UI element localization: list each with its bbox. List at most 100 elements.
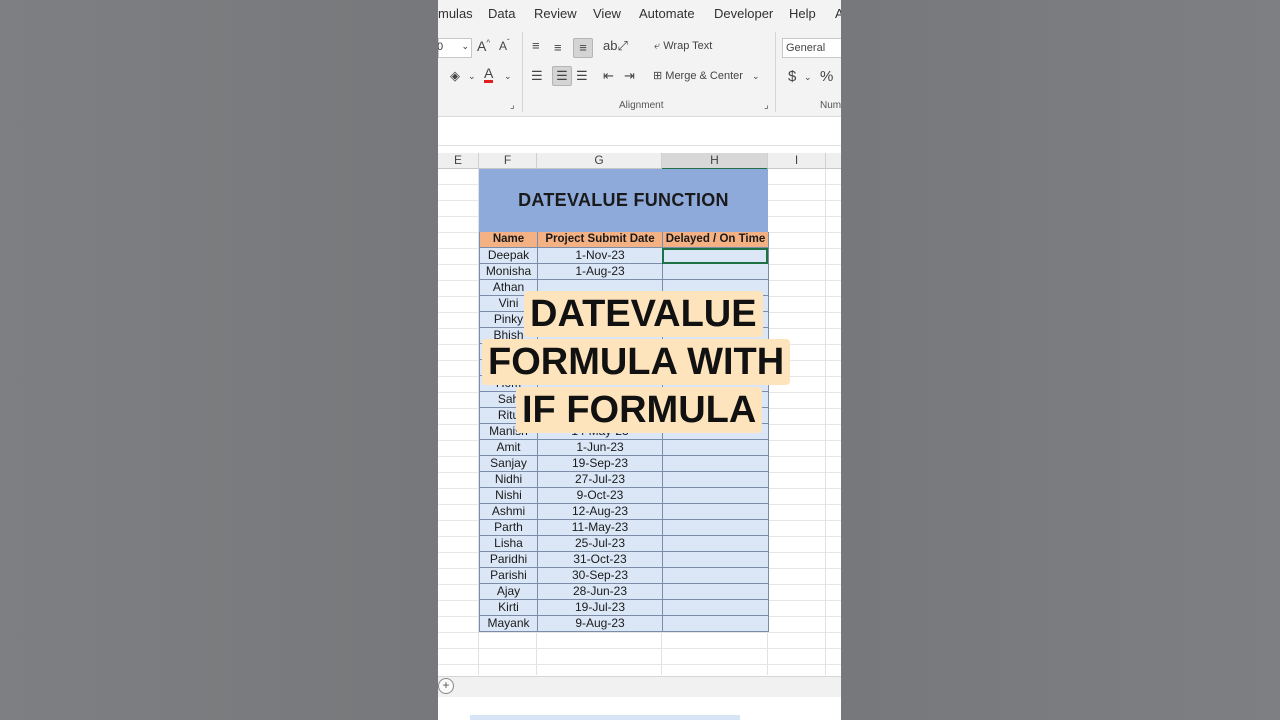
submit-date-cell[interactable]: 19-Sep-23: [537, 456, 662, 472]
tab-view[interactable]: View: [593, 6, 621, 21]
column-header-e[interactable]: E: [438, 153, 479, 169]
align-top-icon[interactable]: ≡: [532, 38, 540, 53]
status-cell[interactable]: [662, 456, 769, 472]
name-cell[interactable]: Nishi: [479, 488, 537, 504]
submit-date-cell[interactable]: [537, 296, 662, 312]
tab-more[interactable]: A: [835, 6, 841, 21]
formula-bar-area[interactable]: [438, 117, 841, 146]
tab-developer[interactable]: Developer: [714, 6, 773, 21]
submit-date-cell[interactable]: 31-Oct-23: [537, 552, 662, 568]
status-cell[interactable]: [662, 360, 769, 376]
submit-date-cell[interactable]: [537, 360, 662, 376]
chevron-down-icon[interactable]: ⌄: [468, 71, 476, 82]
status-cell[interactable]: [662, 472, 769, 488]
header-status[interactable]: Delayed / On Time: [662, 232, 769, 248]
tab-help[interactable]: Help: [789, 6, 816, 21]
header-name[interactable]: Name: [479, 232, 537, 248]
status-cell[interactable]: [662, 280, 769, 296]
align-bottom-icon[interactable]: ≡: [573, 38, 593, 58]
name-cell[interactable]: Vini: [479, 296, 537, 312]
submit-date-cell[interactable]: 14-May-23: [537, 424, 662, 440]
status-cell[interactable]: [662, 520, 769, 536]
name-cell[interactable]: Parishi: [479, 568, 537, 584]
status-cell[interactable]: [662, 312, 769, 328]
tab-automate[interactable]: Automate: [639, 6, 695, 21]
submit-date-cell[interactable]: 30-Sep-23: [537, 568, 662, 584]
decrease-indent-icon[interactable]: ⇤: [603, 68, 614, 84]
submit-date-cell[interactable]: 1-Aug-23: [537, 264, 662, 280]
submit-date-cell[interactable]: 25-Jul-23: [537, 536, 662, 552]
name-cell[interactable]: Parth: [479, 520, 537, 536]
status-cell[interactable]: [662, 376, 769, 392]
align-center-icon[interactable]: ☰: [552, 66, 572, 86]
submit-date-cell[interactable]: 9-Aug-23: [537, 616, 662, 632]
name-cell[interactable]: Ajay: [479, 584, 537, 600]
status-cell[interactable]: [662, 264, 769, 280]
chevron-down-icon[interactable]: ⌄: [804, 72, 812, 83]
name-cell[interactable]: Nidhi: [479, 472, 537, 488]
chevron-down-icon[interactable]: ⌄: [504, 71, 512, 82]
merge-center-button[interactable]: ⊞ Merge & Center ⌄: [653, 69, 760, 82]
submit-date-cell[interactable]: 11-May-23: [537, 520, 662, 536]
status-cell[interactable]: [662, 504, 769, 520]
add-sheet-icon[interactable]: +: [438, 678, 454, 694]
name-cell[interactable]: Sanjay: [479, 456, 537, 472]
tab-review[interactable]: Review: [534, 6, 577, 21]
submit-date-cell[interactable]: [537, 280, 662, 296]
tab-formulas[interactable]: mulas: [438, 6, 473, 21]
submit-date-cell[interactable]: [537, 344, 662, 360]
increase-indent-icon[interactable]: ⇥: [624, 68, 635, 84]
sheet-title-cell[interactable]: DATEVALUE FUNCTION: [479, 169, 768, 232]
status-cell[interactable]: [662, 408, 769, 424]
name-cell[interactable]: Athan: [479, 280, 537, 296]
submit-date-cell[interactable]: [537, 312, 662, 328]
column-header-i[interactable]: I: [768, 153, 826, 169]
sheet-tab[interactable]: [470, 715, 740, 720]
percent-button[interactable]: %: [820, 68, 833, 85]
column-header-f[interactable]: F: [479, 153, 537, 169]
submit-date-cell[interactable]: 19-Jul-23: [537, 600, 662, 616]
submit-date-cell[interactable]: 12-Aug-23: [537, 504, 662, 520]
align-middle-icon[interactable]: ≡: [554, 40, 562, 55]
status-cell[interactable]: [662, 584, 769, 600]
status-cell[interactable]: [662, 488, 769, 504]
name-cell[interactable]: Amit: [479, 440, 537, 456]
status-cell[interactable]: [662, 616, 769, 632]
submit-date-cell[interactable]: [537, 408, 662, 424]
status-cell[interactable]: [662, 440, 769, 456]
submit-date-cell[interactable]: [537, 328, 662, 344]
name-cell[interactable]: Deepak: [479, 248, 537, 264]
status-cell[interactable]: [662, 536, 769, 552]
name-cell[interactable]: Mayank: [479, 616, 537, 632]
name-cell[interactable]: Kirti: [479, 600, 537, 616]
name-cell[interactable]: Hom: [479, 376, 537, 392]
submit-date-cell[interactable]: 28-Jun-23: [537, 584, 662, 600]
submit-date-cell[interactable]: 27-Jul-23: [537, 472, 662, 488]
increase-font-icon[interactable]: A^: [477, 38, 490, 54]
column-header-g[interactable]: G: [537, 153, 662, 169]
name-cell[interactable]: [479, 360, 537, 376]
font-color-icon[interactable]: A: [484, 66, 494, 83]
status-cell[interactable]: [662, 392, 769, 408]
column-header-h[interactable]: H: [662, 153, 768, 170]
name-cell[interactable]: Monisha: [479, 264, 537, 280]
name-cell[interactable]: Lisha: [479, 536, 537, 552]
submit-date-cell[interactable]: [537, 392, 662, 408]
name-cell[interactable]: Manish: [479, 424, 537, 440]
number-format-select[interactable]: General: [782, 38, 841, 58]
name-cell[interactable]: Paridhi: [479, 552, 537, 568]
status-cell[interactable]: [662, 344, 769, 360]
name-cell[interactable]: Ashmi: [479, 504, 537, 520]
currency-button[interactable]: $: [788, 68, 796, 85]
name-cell[interactable]: Sah: [479, 392, 537, 408]
status-cell[interactable]: [662, 328, 769, 344]
align-left-icon[interactable]: ☰: [531, 68, 543, 84]
column-header-j[interactable]: [826, 153, 841, 169]
name-cell[interactable]: Bhish: [479, 328, 537, 344]
tab-data[interactable]: Data: [488, 6, 515, 21]
font-size-field[interactable]: 0 ⌄: [438, 38, 472, 58]
dialog-launcher-icon[interactable]: ⌟: [510, 100, 515, 111]
submit-date-cell[interactable]: 1-Jun-23: [537, 440, 662, 456]
wrap-text-button[interactable]: ⤶ Wrap Text: [654, 40, 712, 53]
submit-date-cell[interactable]: [537, 376, 662, 392]
